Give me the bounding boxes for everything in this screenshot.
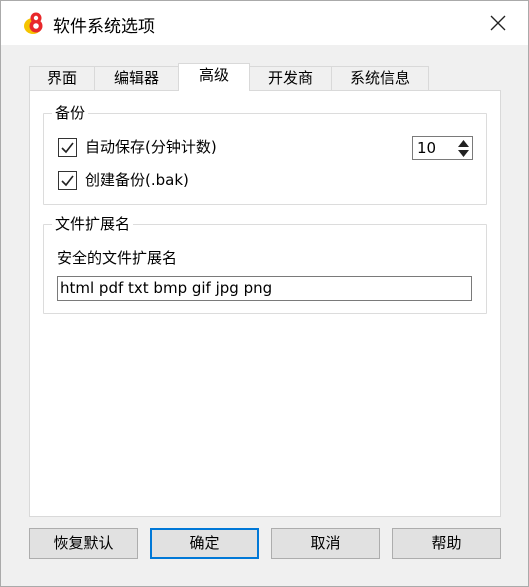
triangle-up-icon <box>458 139 469 147</box>
autosave-minutes-value[interactable]: 10 <box>417 139 436 157</box>
tab-interface[interactable]: 界面 <box>29 66 95 91</box>
ok-button[interactable]: 确定 <box>150 528 259 559</box>
help-button[interactable]: 帮助 <box>392 528 501 559</box>
tab-advanced[interactable]: 高级 <box>178 63 250 91</box>
safe-extensions-label: 安全的文件扩展名 <box>57 249 178 267</box>
options-dialog: 软件系统选项 界面 编辑器 高级 开发商 系统信息 备份 自动保存(分钟计数) … <box>0 0 529 587</box>
file-extension-group: 文件扩展名 安全的文件扩展名 html pdf txt bmp gif jpg … <box>43 215 487 314</box>
checkmark-icon <box>61 142 74 154</box>
tab-system-info[interactable]: 系统信息 <box>331 66 429 91</box>
autosave-label: 自动保存(分钟计数) <box>85 138 217 156</box>
create-backup-label: 创建备份(.bak) <box>85 171 189 189</box>
file-extension-group-title: 文件扩展名 <box>52 215 134 233</box>
restore-default-button[interactable]: 恢复默认 <box>29 528 138 559</box>
safe-extensions-input[interactable]: html pdf txt bmp gif jpg png <box>57 276 472 301</box>
spin-up-button[interactable] <box>456 138 471 148</box>
spinner-buttons <box>456 138 471 158</box>
window-title: 软件系统选项 <box>53 17 155 37</box>
cancel-button[interactable]: 取消 <box>271 528 380 559</box>
spin-down-button[interactable] <box>456 148 471 158</box>
create-backup-checkbox[interactable] <box>58 171 77 190</box>
checkmark-icon <box>61 175 74 187</box>
close-icon <box>490 15 506 31</box>
close-button[interactable] <box>468 1 528 45</box>
backup-group-title: 备份 <box>52 104 89 122</box>
title-bar: 软件系统选项 <box>1 1 528 45</box>
backup-group: 备份 自动保存(分钟计数) 10 创建备份(.bak) <box>43 104 487 205</box>
autosave-minutes-spinner[interactable]: 10 <box>412 136 473 160</box>
autosave-checkbox[interactable] <box>58 138 77 157</box>
advanced-tab-panel: 备份 自动保存(分钟计数) 10 创建备份(.bak) 文件扩展名 安全的文件扩… <box>29 90 501 517</box>
app-logo-icon <box>24 12 43 34</box>
tab-developer[interactable]: 开发商 <box>249 66 332 91</box>
triangle-down-icon <box>458 149 469 157</box>
tab-editor[interactable]: 编辑器 <box>94 66 179 91</box>
